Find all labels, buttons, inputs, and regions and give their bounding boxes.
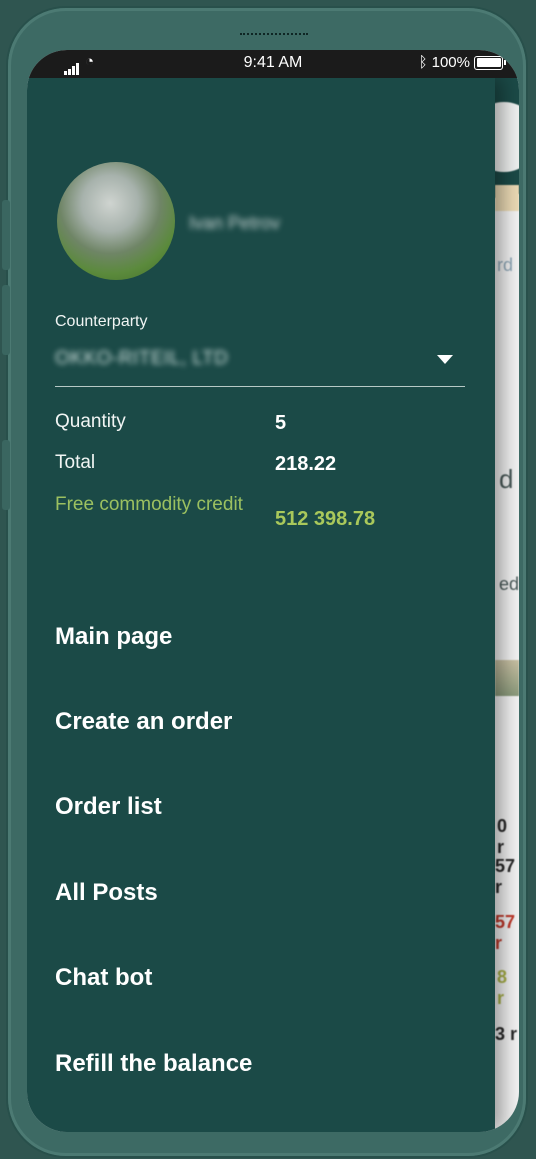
battery-icon bbox=[474, 55, 506, 70]
background-text: 0 r bbox=[497, 816, 508, 857]
background-text: 8 r bbox=[497, 967, 508, 1008]
divider bbox=[55, 386, 465, 387]
counterparty-select[interactable]: OKKO-RITEIL, LTD bbox=[55, 348, 228, 370]
credit-label: Free commodity credit bbox=[55, 494, 243, 515]
credit-value: 512 398.78 bbox=[275, 508, 376, 530]
quantity-label: Quantity bbox=[55, 411, 126, 432]
bluetooth-icon: ᛒ bbox=[418, 54, 428, 71]
menu-item-chat-bot[interactable]: Chat bot bbox=[55, 964, 152, 992]
counterparty-label: Counterparty bbox=[55, 313, 148, 330]
quantity-value: 5 bbox=[275, 412, 287, 434]
background-text: rd bbox=[497, 255, 514, 275]
menu-item-order-list[interactable]: Order list bbox=[55, 793, 162, 821]
screen: rd d ed 0 r 57 r 57 r 8 r 3 r ◔ 9:41 AM … bbox=[27, 50, 519, 1132]
background-image bbox=[495, 660, 519, 696]
background-text: 3 r bbox=[495, 1024, 518, 1044]
background-text: ed bbox=[499, 574, 519, 594]
menu-item-refill-balance[interactable]: Refill the balance bbox=[55, 1050, 252, 1078]
status-bar: ◔ 9:41 AM ᛒ 100% bbox=[27, 50, 519, 78]
side-button bbox=[2, 200, 10, 270]
side-button bbox=[2, 440, 10, 510]
menu-item-all-posts[interactable]: All Posts bbox=[55, 879, 158, 907]
background-text: 57 r bbox=[495, 912, 516, 953]
user-name: Ivan Petrov bbox=[189, 213, 281, 233]
avatar[interactable] bbox=[57, 162, 175, 280]
background-strip bbox=[495, 185, 519, 211]
battery-percent: 100% bbox=[431, 54, 470, 71]
speaker-grille bbox=[240, 33, 308, 38]
navigation-drawer: Ivan Petrov Counterparty OKKO-RITEIL, LT… bbox=[27, 78, 495, 1132]
side-button bbox=[2, 285, 10, 355]
background-text: 57 r bbox=[495, 856, 516, 897]
menu-item-main-page[interactable]: Main page bbox=[55, 623, 172, 651]
total-value: 218.22 bbox=[275, 453, 337, 475]
status-right: ᛒ 100% bbox=[418, 54, 506, 71]
chevron-down-icon[interactable] bbox=[437, 355, 453, 364]
background-text: d bbox=[499, 464, 514, 494]
total-label: Total bbox=[55, 452, 96, 473]
menu-item-create-order[interactable]: Create an order bbox=[55, 708, 232, 736]
